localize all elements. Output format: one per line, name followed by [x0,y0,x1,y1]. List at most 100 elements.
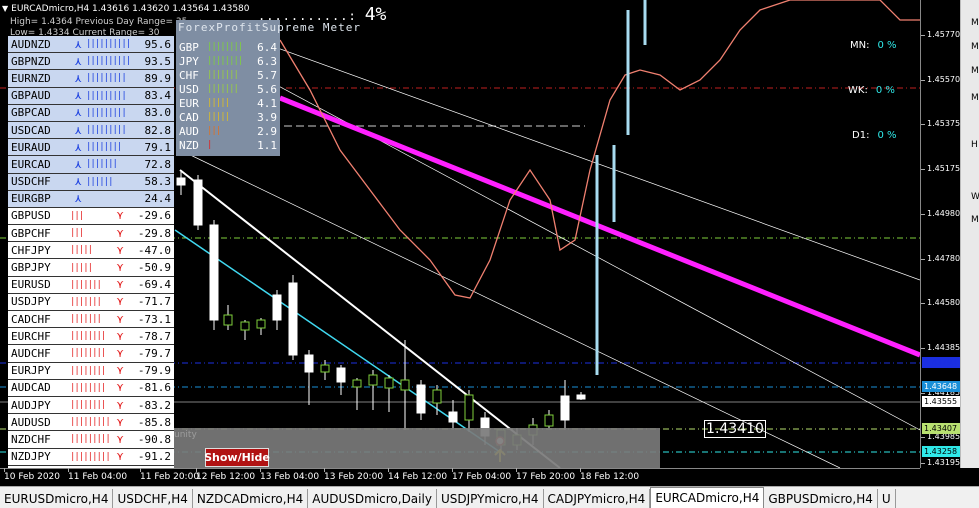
strength-bars: ||||||||| [70,434,111,445]
channel-line [229,59,920,431]
arrow-up-icon: ⋏ [74,175,82,189]
pair-row[interactable]: USDCHF ⋏ |||||| 58.3 [8,173,174,191]
arrow-up-icon: ⋏ [74,192,82,206]
price-level-box: 1.43407 [922,423,960,434]
strength-bars: ||||||||| [86,107,127,118]
side-key[interactable]: M [971,18,979,28]
triangle-down-icon: ▼ [2,4,9,13]
pair-row[interactable]: AUDCAD |||||||| ⋎ -81.6 [8,379,174,397]
pair-row[interactable]: USDJPY ||||||| ⋎ -71.7 [8,293,174,311]
pair-row[interactable]: AUDNZD ⋏ |||||||||| 95.6 [8,36,174,54]
candle-body [193,179,203,226]
candle-body [560,395,570,421]
meter-currency: CAD [179,110,199,124]
price-tick-label: 1.44980 [920,208,961,218]
pair-row[interactable]: GBPJPY ||||| ⋎ -50.9 [8,259,174,277]
strength-bars: ||||| [70,245,93,256]
candle-body [432,389,442,404]
pair-strength-list: AUDNZD ⋏ |||||||||| 95.6 GBPNZD ⋏ |||||||||| 93… [8,36,174,468]
pair-name: EURUSD [11,278,51,292]
chart-tab[interactable]: EURUSDmicro,H4 [0,489,114,508]
strength-bars: |||||||||| [86,39,131,50]
chart-tab[interactable]: USDCHF,H4 [113,489,193,508]
pair-row[interactable]: EURGBP ⋏ 24.4 [8,190,174,208]
pair-row[interactable]: NZDJPY ||||||||| ⋎ -91.2 [8,448,174,466]
meter-row: CAD ||||| 3.9 [179,110,277,124]
price-level-box: 1.43555 [922,396,960,407]
pair-value: -83.2 [137,398,171,412]
pair-row[interactable]: AUDCHF |||||||| ⋎ -79.7 [8,345,174,363]
pair-row[interactable]: EURUSD ||||||| ⋎ -69.4 [8,276,174,294]
chart-header: ▼ EURCADmicro,H4 1.43616 1.43620 1.43564 … [2,4,250,14]
side-key[interactable]: M [971,215,979,225]
pair-row[interactable]: GBPCHF ||| ⋎ -29.8 [8,225,174,243]
price-level-box: 1.43791 [922,357,960,368]
pair-row[interactable]: EURJPY |||||||| ⋎ -79.9 [8,362,174,380]
chart-tab[interactable]: CADJPYmicro,H4 [544,489,651,508]
pair-row[interactable]: EURCHF |||||||| ⋎ -78.7 [8,328,174,346]
pair-row[interactable]: CHFJPY ||||| ⋎ -47.0 [8,242,174,260]
timeframe-d1: D1: 0 % [852,130,896,141]
strength-bars: ||||||||| [86,73,127,84]
arrow-down-icon: ⋎ [116,312,124,326]
pair-value: -73.1 [137,312,171,326]
pair-name: EURNZD [11,71,51,85]
price-tick-label: 1.44580 [920,298,961,308]
price-chart[interactable]: ▼ EURCADmicro,H4 1.43616 1.43620 1.43564 … [0,0,920,468]
pair-row[interactable]: EURAUD ⋏ |||||||| 79.1 [8,139,174,157]
pair-row[interactable]: EURNZD ⋏ ||||||||| 89.9 [8,70,174,88]
price-tick-label: 1.43195 [920,458,961,467]
progress-percent: 4% [364,4,387,25]
arrow-down-icon: ⋎ [116,226,124,240]
candle-body [464,394,474,421]
chart-tab[interactable]: U [878,489,896,508]
pair-name: GBPNZD [11,54,51,68]
pair-row[interactable]: GBPNZD ⋏ |||||||||| 93.5 [8,53,174,71]
candle-body [416,384,426,414]
arrow-up-icon: ⋏ [74,106,82,120]
pair-row[interactable]: USDCAD ⋏ ||||||||| 82.8 [8,121,174,140]
side-key[interactable]: M [971,66,979,76]
pair-row[interactable]: AUDUSD ||||||||| ⋎ -85.8 [8,414,174,432]
price-axis[interactable]: 1.45770 1.45570 1.45375 1.45175 1.44980 1.447… [920,0,960,468]
arrow-down-icon: ⋎ [116,261,124,275]
arrow-up-icon: ⋏ [74,37,82,51]
meter-currency: USD [179,82,199,96]
chart-tab[interactable]: GBPUSDmicro,H4 [764,489,878,508]
pair-name: NZDJPY [11,450,51,464]
chart-tab[interactable]: USDJPYmicro,H4 [437,489,544,508]
pair-value: -29.8 [137,226,171,240]
pair-row[interactable]: GBPCAD ⋏ ||||||||| 83.0 [8,104,174,122]
pair-value: -91.2 [137,450,171,464]
pair-row[interactable]: GBPUSD ||| ⋎ -29.6 [8,207,174,226]
pair-row[interactable]: EURCAD ⋏ ||||||| 72.8 [8,156,174,174]
timeframe-wk: WK: 0 % [848,85,895,96]
pair-row[interactable]: AUDJPY |||||||| ⋎ -83.2 [8,396,174,415]
strength-bars: ||||||||| [70,451,111,462]
meter-bars: ||| [207,126,221,136]
chart-tab[interactable]: NZDCADmicro,H4 [193,489,309,508]
pair-row[interactable]: GBPAUD ⋏ ||||||||| 83.4 [8,87,174,105]
pair-value: 83.4 [144,89,172,103]
meter-bars: ||||||| [207,70,239,80]
chart-tab[interactable]: AUDUSDmicro,Daily [308,489,437,508]
pair-row[interactable]: CADCHF ||||||| ⋎ -73.1 [8,311,174,329]
strength-bars: |||||||| [70,365,106,376]
side-key[interactable]: H [971,140,978,150]
candle-body [240,321,250,331]
strength-bars: |||||||| [70,331,106,342]
candle-body [256,319,266,329]
show-hide-button[interactable]: Show/Hide [204,448,270,467]
side-key[interactable]: M [971,93,979,103]
meter-bars: ||||| [207,112,230,122]
pair-row[interactable]: NZDCHF ||||||||| ⋎ -90.8 [8,431,174,449]
time-axis[interactable]: 10 Feb 2020 11 Feb 04:00 11 Feb 20:00 12 Fe… [0,468,920,486]
chart-tab[interactable]: EURCADmicro,H4 [650,487,765,508]
strength-bars: ||||||| [70,296,102,307]
strength-bars: ||||||||| [70,417,111,428]
candle-body [304,354,314,373]
side-key[interactable]: M [971,42,979,52]
side-key[interactable]: W [971,192,979,202]
pair-name: GBPCHF [11,226,51,240]
channel-line [199,19,920,281]
